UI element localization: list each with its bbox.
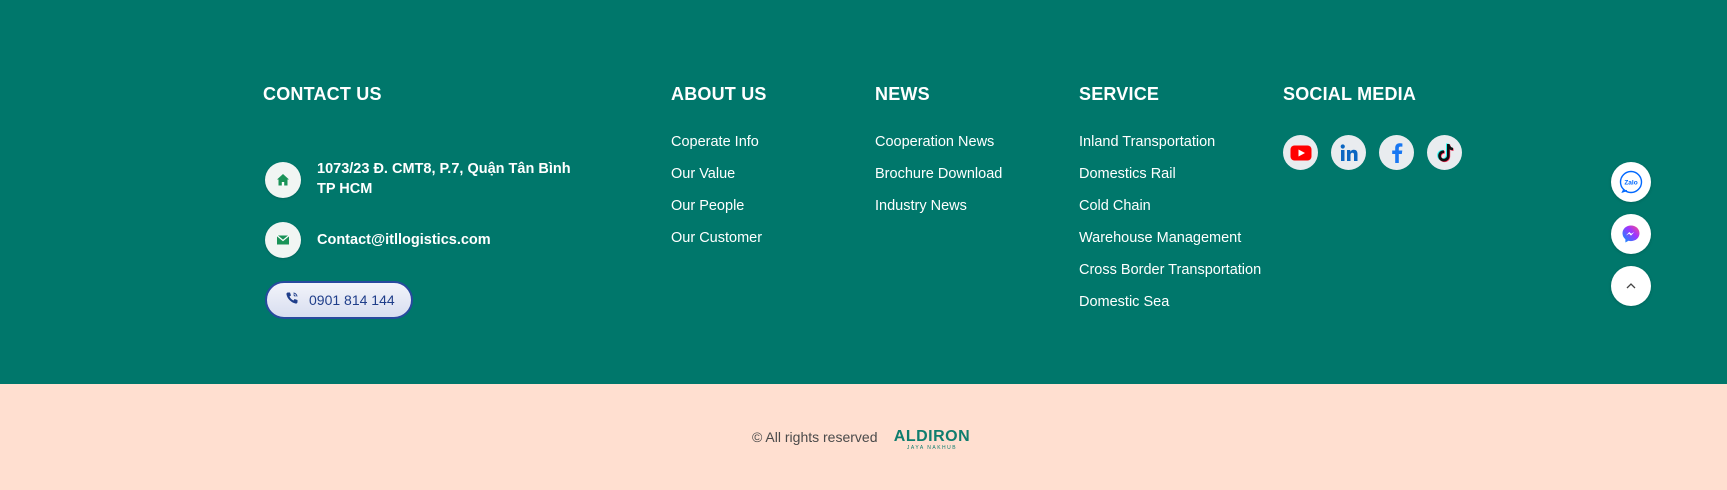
youtube-icon[interactable] [1283, 135, 1318, 170]
about-link-our-customer[interactable]: Our Customer [671, 228, 767, 260]
news-title: NEWS [875, 84, 930, 104]
brand-logo-sub: JAYA NAKHUB [907, 445, 957, 451]
chevron-up-icon[interactable] [1611, 266, 1651, 306]
service-title: SERVICE [1079, 84, 1160, 104]
service-link-cold-chain[interactable]: Cold Chain [1079, 196, 1261, 228]
service-link-warehouse[interactable]: Warehouse Management [1079, 228, 1261, 260]
phone-button[interactable]: 0901 814 144 [265, 281, 413, 319]
about-title: ABOUT US [671, 84, 767, 104]
email-row[interactable]: Contact@itllogistics.com [265, 222, 491, 258]
about-link-our-people[interactable]: Our People [671, 196, 767, 228]
service-link-cross-border[interactable]: Cross Border Transportation [1079, 260, 1261, 292]
about-links: Coperate Info Our Value Our People Our C… [671, 132, 767, 260]
zalo-icon[interactable]: Zalo [1611, 162, 1651, 202]
home-icon [265, 162, 301, 198]
social-icons [1283, 135, 1475, 170]
phone-icon [285, 291, 299, 310]
about-link-coperate-info[interactable]: Coperate Info [671, 132, 767, 164]
facebook-icon[interactable] [1379, 135, 1414, 170]
news-links: Cooperation News Brochure Download Indus… [875, 132, 1002, 228]
zalo-label: Zalo [1624, 180, 1637, 187]
service-link-inland[interactable]: Inland Transportation [1079, 132, 1261, 164]
address-line-1: 1073/23 Đ. CMT8, P.7, Quận Tân Bình [317, 161, 571, 177]
service-link-rail[interactable]: Domestics Rail [1079, 164, 1261, 196]
service-link-domestic-sea[interactable]: Domestic Sea [1079, 292, 1261, 324]
news-link-industry[interactable]: Industry News [875, 196, 1002, 228]
phone-number: 0901 814 144 [309, 292, 395, 308]
service-column: SERVICE Inland Transportation Domestics … [1079, 82, 1261, 324]
address-text: 1073/23 Đ. CMT8, P.7, Quận Tân Bình TP H… [317, 159, 577, 199]
contact-column: CONTACT US 1073/23 Đ. CMT8, P.7, Quận Tâ… [263, 82, 583, 319]
news-column: NEWS Cooperation News Brochure Download … [875, 82, 1002, 228]
copyright-text: © All rights reserved [752, 429, 878, 445]
social-title: SOCIAL MEDIA [1283, 84, 1417, 104]
brand-logo-main: ALDIRON [894, 428, 970, 445]
about-column: ABOUT US Coperate Info Our Value Our Peo… [671, 82, 767, 260]
service-links: Inland Transportation Domestics Rail Col… [1079, 132, 1261, 324]
messenger-icon[interactable] [1611, 214, 1651, 254]
linkedin-icon[interactable] [1331, 135, 1366, 170]
address-row: 1073/23 Đ. CMT8, P.7, Quận Tân Bình TP H… [265, 159, 577, 199]
address-line-2: TP HCM [317, 181, 373, 197]
footer-main: CONTACT US 1073/23 Đ. CMT8, P.7, Quận Tâ… [0, 0, 1727, 384]
about-link-our-value[interactable]: Our Value [671, 164, 767, 196]
mail-icon [265, 222, 301, 258]
contact-title: CONTACT US [263, 84, 382, 104]
tiktok-icon[interactable] [1427, 135, 1462, 170]
news-link-cooperation[interactable]: Cooperation News [875, 132, 1002, 164]
news-link-brochure[interactable]: Brochure Download [875, 164, 1002, 196]
social-column: SOCIAL MEDIA [1283, 82, 1475, 170]
email-link[interactable]: Contact@itllogistics.com [317, 230, 491, 250]
brand-logo[interactable]: ALDIRON JAYA NAKHUB [892, 427, 972, 451]
